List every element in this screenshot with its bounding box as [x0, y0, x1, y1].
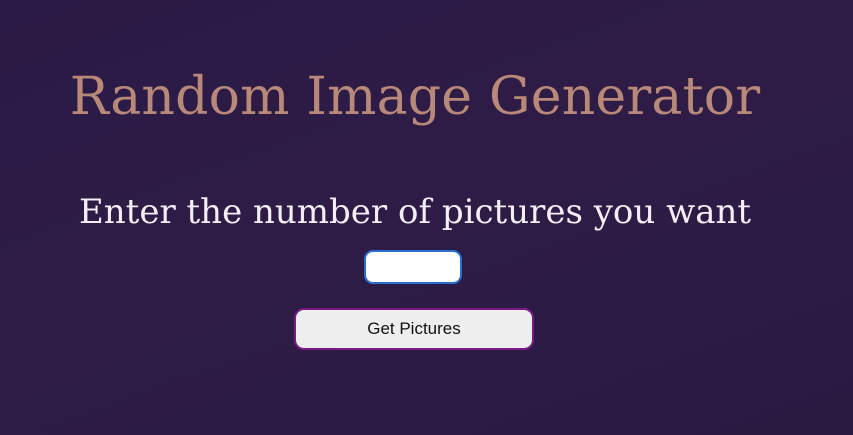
app-container: Random Image Generator Enter the number … — [0, 0, 853, 435]
get-pictures-button[interactable]: Get Pictures — [294, 308, 534, 350]
picture-count-input[interactable] — [364, 250, 462, 284]
count-prompt-label: Enter the number of pictures you want — [78, 192, 752, 232]
page-title: Random Image Generator — [69, 67, 761, 127]
